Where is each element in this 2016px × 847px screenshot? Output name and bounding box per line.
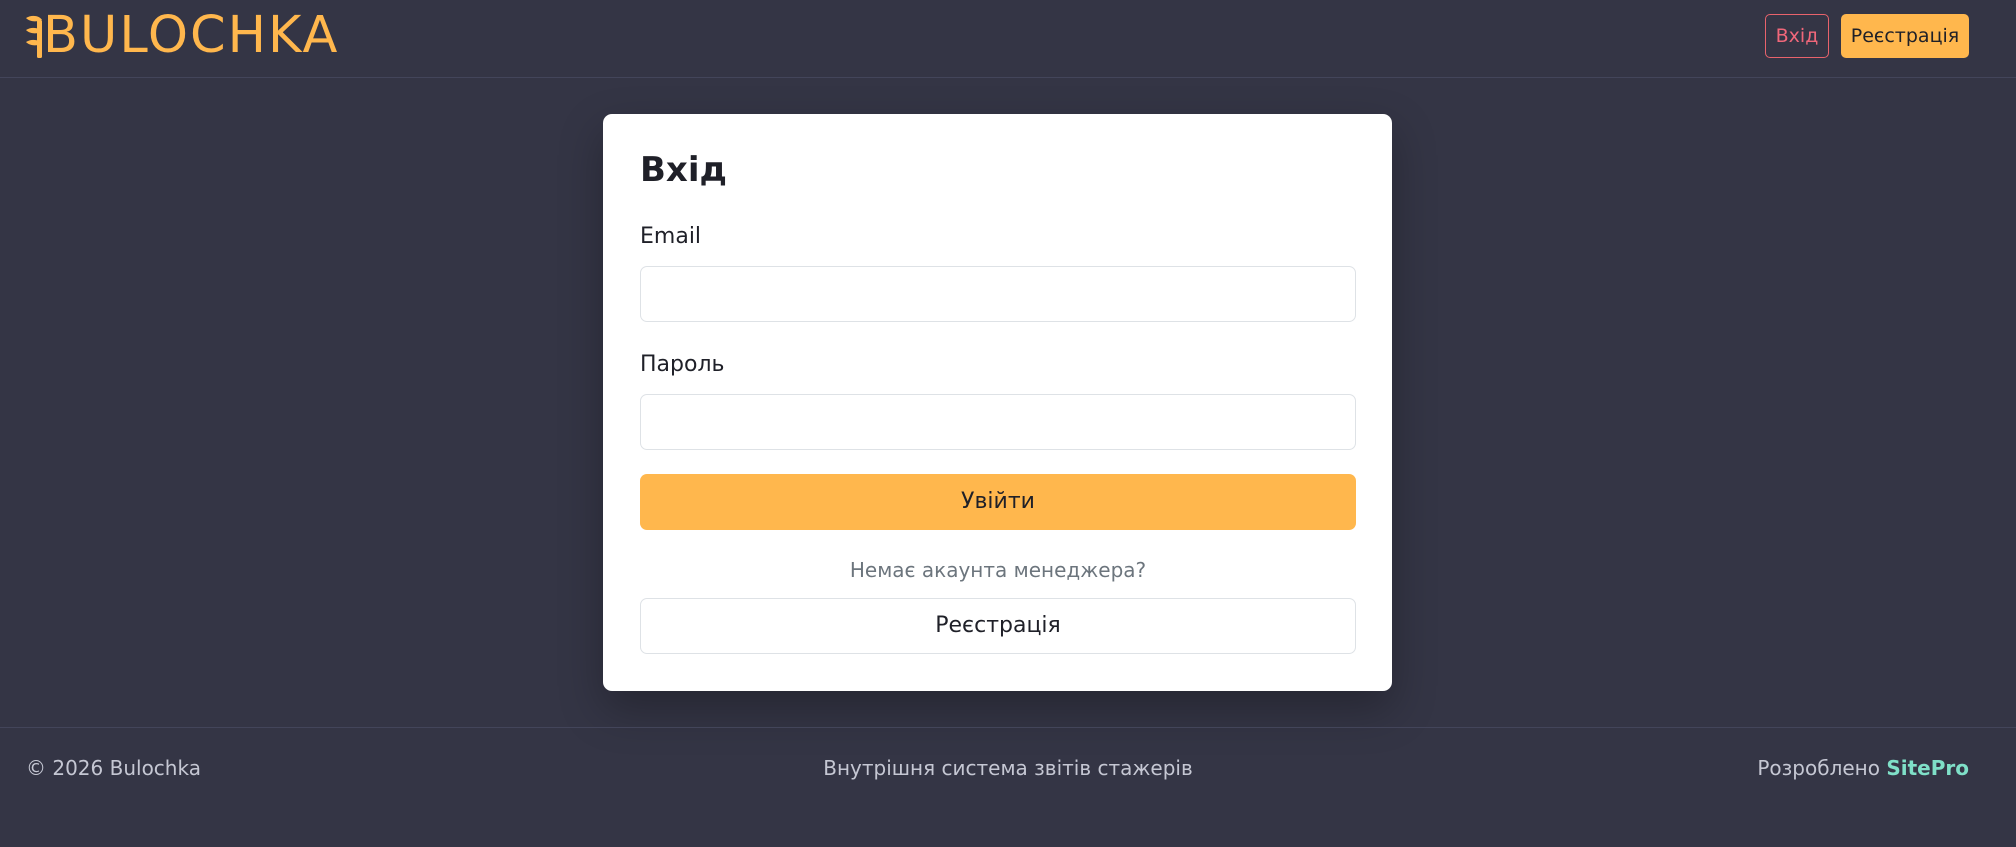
password-label: Пароль — [640, 352, 725, 377]
wheat-icon — [24, 14, 43, 58]
password-field[interactable] — [640, 394, 1356, 450]
email-label: Email — [640, 224, 702, 249]
header-register-button[interactable]: Реєстрація — [1841, 14, 1969, 58]
site-footer: © 2026 Bulochka Внутрішня система звітів… — [0, 727, 2016, 847]
developer-link[interactable]: SitePro — [1886, 756, 1969, 780]
no-account-text: Немає акаунта менеджера? — [849, 558, 1147, 582]
email-field[interactable] — [640, 266, 1356, 322]
register-button[interactable]: Реєстрація — [640, 598, 1356, 654]
logo[interactable]: BULOCHKA — [24, 6, 340, 65]
system-description: Внутрішня система звітів стажерів — [823, 756, 1193, 780]
header-login-button[interactable]: Вхід — [1765, 14, 1829, 58]
developed-by-text: Розроблено — [1757, 756, 1880, 780]
logo-text: BULOCHKA — [43, 6, 340, 65]
login-submit-button[interactable]: Увійти — [640, 474, 1356, 530]
developer-credit: Розроблено SitePro — [1757, 754, 1969, 782]
site-header: BULOCHKA Вхід Реєстрація — [0, 0, 2016, 78]
login-title: Вхід — [640, 150, 727, 190]
login-card: Вхід Email Пароль Увійти Немає акаунта м… — [603, 114, 1392, 691]
